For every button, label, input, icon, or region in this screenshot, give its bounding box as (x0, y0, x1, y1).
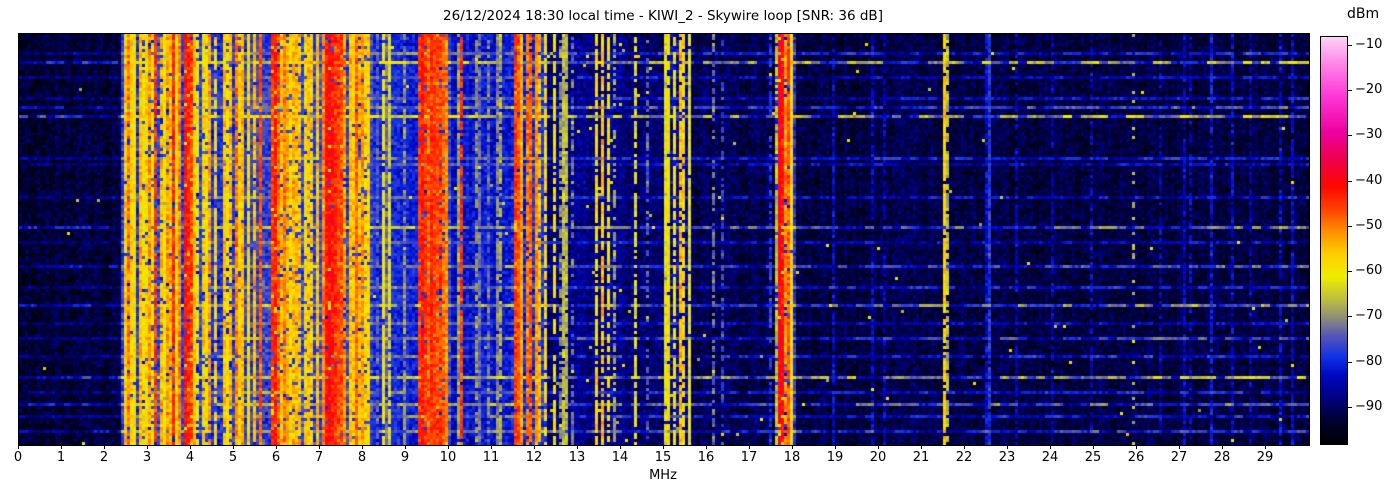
colorbar-label: dBm (1347, 6, 1380, 22)
x-tick-label: 4 (185, 450, 195, 465)
colorbar (1320, 36, 1348, 445)
x-tick-mark (1222, 445, 1223, 449)
colorbar-tick-label: −10 (1355, 37, 1383, 53)
x-tick-label: 26 (1127, 450, 1145, 465)
x-tick-mark (1093, 445, 1094, 449)
x-tick-mark (534, 445, 535, 449)
x-tick-label: 17 (740, 450, 758, 465)
x-tick-mark (921, 445, 922, 449)
x-axis-label: MHz (649, 468, 677, 483)
x-tick-label: 13 (568, 450, 586, 465)
x-tick-label: 9 (400, 450, 410, 465)
x-tick-mark (706, 445, 707, 449)
x-tick-mark (233, 445, 234, 449)
x-tick-mark (1136, 445, 1137, 449)
x-tick-label: 15 (654, 450, 672, 465)
x-tick-mark (448, 445, 449, 449)
colorbar-tick-mark (1348, 180, 1352, 182)
x-tick-mark (276, 445, 277, 449)
x-tick-label: 12 (525, 450, 543, 465)
x-tick-label: 10 (439, 450, 457, 465)
colorbar-tick-mark (1348, 225, 1352, 227)
colorbar-tick-label: −30 (1355, 127, 1383, 143)
colorbar-tick-mark (1348, 90, 1352, 92)
x-tick-mark (835, 445, 836, 449)
x-tick-label: 6 (271, 450, 281, 465)
x-tick-label: 22 (955, 450, 973, 465)
colorbar-tick-mark (1348, 45, 1352, 47)
x-tick-mark (1265, 445, 1266, 449)
x-tick-label: 23 (998, 450, 1016, 465)
x-tick-mark (577, 445, 578, 449)
x-tick-label: 29 (1256, 450, 1274, 465)
x-tick-label: 1 (56, 450, 66, 465)
x-tick-label: 19 (826, 450, 844, 465)
x-tick-mark (319, 445, 320, 449)
colorbar-tick-mark (1348, 316, 1352, 318)
colorbar-tick-label: −70 (1355, 308, 1383, 324)
x-tick-label: 27 (1170, 450, 1188, 465)
x-tick-mark (878, 445, 879, 449)
x-tick-mark (1179, 445, 1180, 449)
x-tick-label: 24 (1041, 450, 1059, 465)
colorbar-tick-label: −20 (1355, 82, 1383, 98)
x-tick-label: 21 (912, 450, 930, 465)
waterfall-plot (18, 33, 1310, 446)
x-tick-mark (620, 445, 621, 449)
x-tick-mark (749, 445, 750, 449)
x-tick-label: 16 (697, 450, 715, 465)
colorbar-tick-mark (1348, 361, 1352, 363)
x-tick-label: 0 (13, 450, 23, 465)
x-tick-mark (18, 445, 19, 449)
x-tick-label: 8 (357, 450, 367, 465)
x-tick-mark (792, 445, 793, 449)
x-tick-label: 2 (99, 450, 109, 465)
x-tick-mark (61, 445, 62, 449)
colorbar-canvas (1321, 37, 1347, 444)
spectrogram-figure: 26/12/2024 18:30 local time - KIWI_2 - S… (0, 0, 1400, 500)
x-tick-label: 11 (482, 450, 500, 465)
x-tick-mark (190, 445, 191, 449)
colorbar-tick-label: −90 (1355, 398, 1383, 414)
colorbar-tick-label: −50 (1355, 217, 1383, 233)
x-tick-mark (964, 445, 965, 449)
x-tick-mark (1007, 445, 1008, 449)
x-tick-mark (147, 445, 148, 449)
x-tick-label: 5 (228, 450, 238, 465)
x-tick-label: 3 (142, 450, 152, 465)
x-tick-label: 7 (314, 450, 324, 465)
x-tick-mark (104, 445, 105, 449)
x-tick-label: 14 (611, 450, 629, 465)
x-tick-label: 20 (869, 450, 887, 465)
x-tick-label: 25 (1084, 450, 1102, 465)
colorbar-tick-mark (1348, 271, 1352, 273)
x-tick-mark (491, 445, 492, 449)
colorbar-tick-mark (1348, 406, 1352, 408)
colorbar-tick-label: −80 (1355, 353, 1383, 369)
x-tick-label: 28 (1213, 450, 1231, 465)
x-tick-mark (405, 445, 406, 449)
x-tick-mark (362, 445, 363, 449)
colorbar-tick-label: −60 (1355, 263, 1383, 279)
waterfall-canvas (19, 34, 1309, 445)
colorbar-tick-label: −40 (1355, 172, 1383, 188)
x-tick-label: 18 (783, 450, 801, 465)
colorbar-tick-mark (1348, 135, 1352, 137)
x-tick-mark (1050, 445, 1051, 449)
chart-title: 26/12/2024 18:30 local time - KIWI_2 - S… (443, 8, 883, 24)
x-tick-mark (663, 445, 664, 449)
